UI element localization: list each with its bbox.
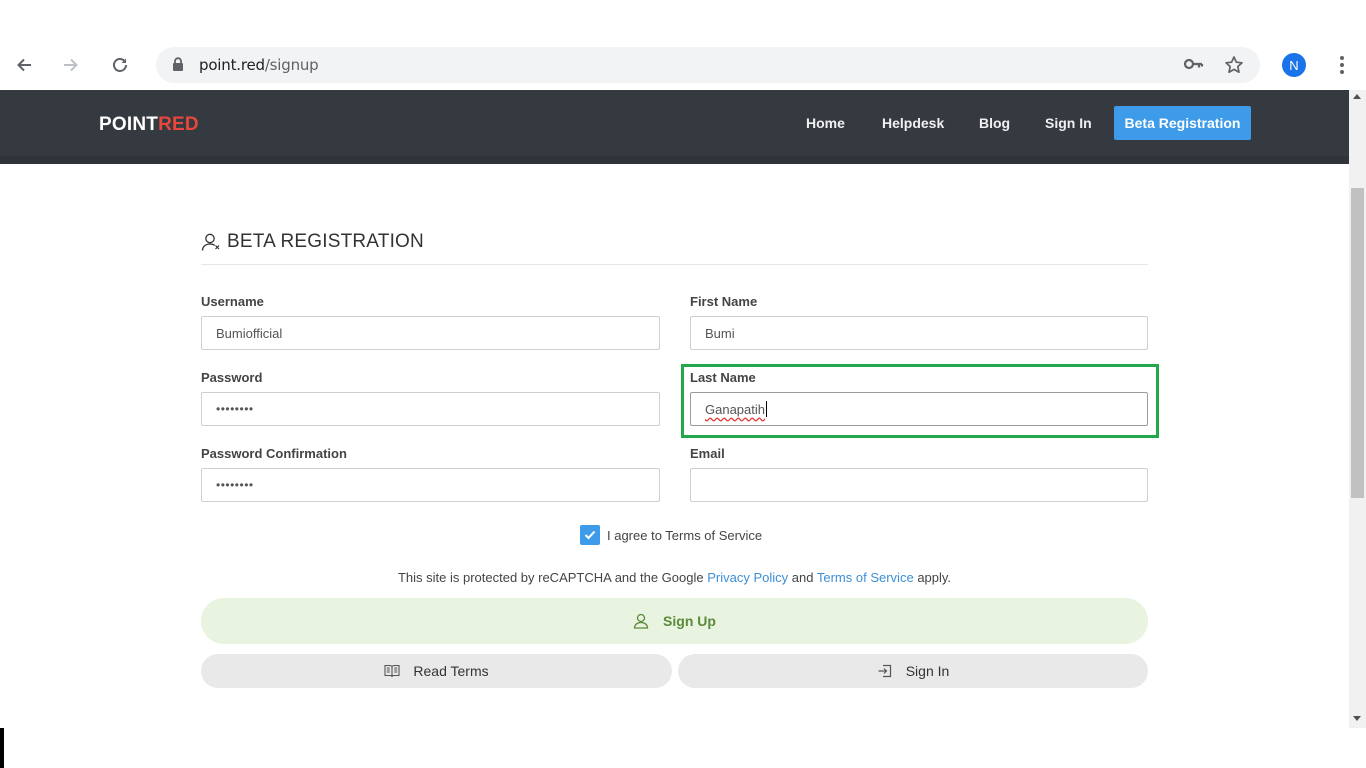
- browser-tabstrip: [0, 0, 1366, 40]
- user-icon: [633, 613, 649, 629]
- page-title: BETA REGISTRATION: [201, 231, 424, 253]
- beta-registration-button[interactable]: Beta Registration: [1114, 106, 1251, 140]
- terms-of-service-link[interactable]: Terms of Service: [817, 570, 914, 585]
- back-icon[interactable]: [11, 52, 37, 78]
- nav-sign-in[interactable]: Sign In: [1045, 115, 1092, 131]
- password-input[interactable]: ••••••••: [201, 392, 660, 426]
- site-header: POINTRED Home Helpdesk Blog Sign In Beta…: [0, 90, 1349, 164]
- privacy-policy-link[interactable]: Privacy Policy: [707, 570, 788, 585]
- page-title-text: BETA REGISTRATION: [227, 231, 424, 252]
- title-divider: [201, 264, 1148, 265]
- terms-checkbox-label: I agree to Terms of Service: [607, 527, 763, 543]
- email-input[interactable]: [690, 468, 1148, 502]
- email-label: Email: [690, 446, 725, 461]
- sign-up-button[interactable]: Sign Up: [201, 598, 1148, 644]
- key-icon[interactable]: [1183, 57, 1204, 76]
- last-name-input[interactable]: Ganapatih: [690, 392, 1148, 426]
- nav-blog[interactable]: Blog: [979, 115, 1010, 131]
- forward-icon[interactable]: [58, 52, 84, 78]
- browser-toolbar: point.red/signup N: [0, 40, 1366, 90]
- username-label: Username: [201, 294, 264, 309]
- last-name-label: Last Name: [690, 370, 756, 385]
- url-text: point.red/signup: [199, 56, 319, 74]
- username-input[interactable]: Bumiofficial: [201, 316, 660, 350]
- header-stripe: [0, 156, 1349, 164]
- nav-helpdesk[interactable]: Helpdesk: [882, 115, 944, 131]
- checkmark-icon: [584, 530, 596, 540]
- window-edge: [0, 728, 4, 768]
- sign-in-button[interactable]: Sign In: [678, 654, 1148, 688]
- text-caret: [766, 401, 767, 417]
- site-logo[interactable]: POINTRED: [99, 114, 199, 136]
- password-confirmation-input[interactable]: ••••••••: [201, 468, 660, 502]
- star-icon[interactable]: [1224, 55, 1244, 80]
- recaptcha-notice: This site is protected by reCAPTCHA and …: [397, 570, 952, 585]
- terms-checkbox[interactable]: [580, 525, 600, 545]
- first-name-input[interactable]: Bumi: [690, 316, 1148, 350]
- scrollbar-thumb[interactable]: [1351, 188, 1364, 498]
- profile-avatar[interactable]: N: [1282, 53, 1306, 77]
- nav-home[interactable]: Home: [806, 115, 845, 131]
- scroll-down-icon[interactable]: [1353, 716, 1361, 721]
- reload-icon[interactable]: [107, 52, 133, 78]
- menu-kebab-icon[interactable]: [1330, 54, 1354, 76]
- lock-icon[interactable]: [172, 57, 184, 77]
- first-name-label: First Name: [690, 294, 758, 309]
- password-confirmation-label: Password Confirmation: [201, 446, 347, 461]
- password-label: Password: [201, 370, 263, 385]
- page-scrollbar[interactable]: [1349, 90, 1366, 728]
- scroll-up-icon[interactable]: [1353, 94, 1361, 99]
- address-bar[interactable]: point.red/signup: [156, 47, 1260, 83]
- terms-agreement[interactable]: I agree to Terms of Service: [580, 525, 762, 545]
- sign-in-icon: [878, 664, 891, 678]
- user-icon: [201, 233, 220, 251]
- book-icon: [384, 664, 400, 678]
- read-terms-button[interactable]: Read Terms: [201, 654, 672, 688]
